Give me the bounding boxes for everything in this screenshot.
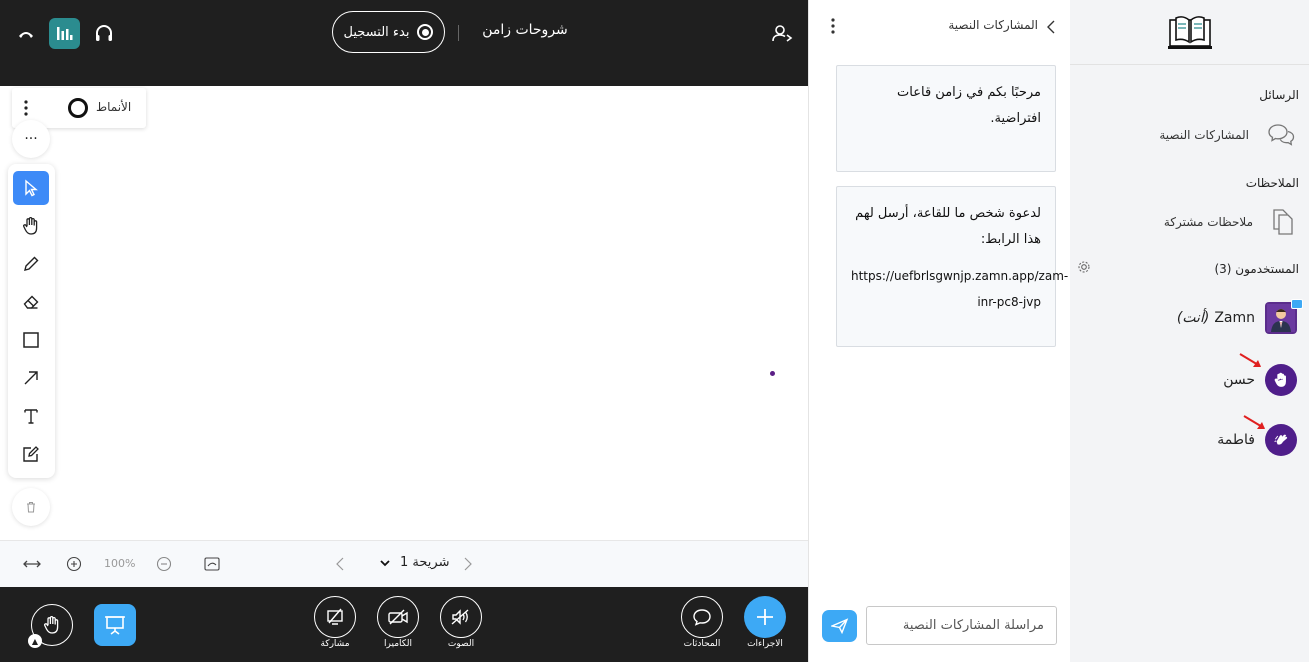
chat-title: المشاركات النصية bbox=[948, 18, 1038, 32]
drawing-toolbar bbox=[8, 164, 55, 478]
section-title-users: المستخدمون (3) bbox=[1214, 262, 1299, 276]
chat-message: مرحبًا بكم في زامن قاعات افتراضية. bbox=[836, 65, 1056, 172]
chat-message-text: مرحبًا بكم في زامن قاعات افتراضية. bbox=[897, 85, 1041, 126]
add-user-icon[interactable] bbox=[770, 22, 794, 46]
slide-selector[interactable]: شريحة 1 bbox=[380, 555, 449, 570]
section-title-messages: الرسائل bbox=[1259, 88, 1299, 102]
text-tool-icon[interactable] bbox=[13, 399, 49, 433]
sidebar-item-shared-notes[interactable]: ملاحظات مشتركة bbox=[1164, 208, 1295, 236]
sidebar-item-chat[interactable]: المشاركات النصية bbox=[1159, 122, 1295, 148]
leave-call-icon[interactable] bbox=[14, 22, 38, 46]
record-label: بدء التسجيل bbox=[343, 24, 410, 40]
zoom-in-icon[interactable] bbox=[64, 554, 84, 574]
sidebar-item-label: ملاحظات مشتركة bbox=[1163, 215, 1253, 229]
raised-hand-icon bbox=[1274, 372, 1286, 387]
screen-share-button[interactable] bbox=[314, 596, 356, 638]
title-divider bbox=[458, 25, 459, 41]
chevron-left-icon[interactable] bbox=[1044, 17, 1060, 37]
user-self-tag: (أنت) bbox=[1176, 310, 1210, 326]
more-tools-button[interactable]: ··· bbox=[12, 120, 50, 158]
zoom-level: 100% bbox=[104, 557, 136, 570]
camera-label: الكاميرا bbox=[384, 639, 412, 649]
stats-icon[interactable] bbox=[49, 18, 80, 49]
camera-button[interactable] bbox=[377, 596, 419, 638]
avatar bbox=[1265, 299, 1303, 334]
presentation-icon bbox=[105, 616, 125, 635]
whiteboard-canvas[interactable] bbox=[0, 86, 808, 540]
canvas-point bbox=[770, 371, 775, 376]
presentation-button[interactable] bbox=[94, 604, 136, 646]
notes-icon bbox=[1273, 209, 1293, 235]
styles-label: الأنماط bbox=[96, 100, 132, 114]
send-icon bbox=[830, 618, 848, 634]
avatar bbox=[1265, 364, 1297, 396]
speaker-off-icon bbox=[451, 609, 469, 625]
chat-badge-icon bbox=[1291, 299, 1303, 309]
chat-message: لدعوة شخص ما للقاعة، أرسل لهم هذا الرابط… bbox=[836, 186, 1068, 347]
actions-label: الاجراءات bbox=[747, 639, 783, 649]
chevron-down-icon bbox=[380, 559, 390, 566]
user-list-item[interactable]: فاطمة bbox=[1070, 420, 1309, 460]
trash-icon[interactable] bbox=[12, 488, 50, 526]
actions-button[interactable] bbox=[744, 596, 786, 638]
chats-label: المحادثات bbox=[683, 639, 721, 649]
zoom-out-icon[interactable] bbox=[154, 554, 174, 574]
hand-icon bbox=[44, 616, 59, 634]
record-icon bbox=[417, 24, 434, 40]
share-label: مشاركة bbox=[320, 639, 350, 649]
send-button[interactable] bbox=[822, 610, 857, 642]
rectangle-tool-icon[interactable] bbox=[13, 323, 49, 357]
slide-label: شريحة 1 bbox=[400, 555, 450, 570]
headset-icon[interactable] bbox=[92, 22, 116, 46]
user-list-item[interactable]: حسن bbox=[1070, 360, 1309, 400]
eraser-tool-icon[interactable] bbox=[13, 285, 49, 319]
divider bbox=[1070, 64, 1309, 65]
avatar bbox=[1265, 424, 1297, 456]
chat-message-text: لدعوة شخص ما للقاعة، أرسل لهم هذا الرابط… bbox=[855, 206, 1041, 247]
hand-tool-icon[interactable] bbox=[13, 209, 49, 243]
next-slide-icon[interactable] bbox=[458, 554, 478, 574]
camera-off-icon bbox=[388, 609, 408, 625]
section-title-notes: الملاحظات bbox=[1245, 176, 1299, 190]
presentation-title: شروحات زامن bbox=[482, 22, 568, 38]
screen-share-off-icon bbox=[327, 608, 343, 625]
chevron-up-icon[interactable]: ▲ bbox=[28, 634, 42, 648]
record-button[interactable]: بدء التسجيل bbox=[332, 11, 445, 53]
clapping-hands-icon bbox=[1274, 434, 1288, 445]
raise-hand-button[interactable]: ▲ bbox=[28, 604, 73, 648]
chats-button[interactable] bbox=[681, 596, 723, 638]
annotation-arrow-icon bbox=[1243, 415, 1265, 429]
more-vertical-icon[interactable] bbox=[18, 98, 34, 118]
fit-width-icon[interactable] bbox=[22, 554, 42, 574]
audio-button[interactable] bbox=[440, 596, 482, 638]
user-name: فاطمة bbox=[1217, 432, 1255, 448]
user-name: حسن bbox=[1223, 372, 1255, 388]
annotation-arrow-icon bbox=[1239, 353, 1261, 367]
chat-bubble-icon bbox=[693, 609, 711, 626]
stroke-style-icon[interactable] bbox=[68, 98, 88, 118]
sidebar-item-label: المشاركات النصية bbox=[1159, 128, 1249, 142]
user-name: Zamn bbox=[1214, 310, 1255, 326]
previous-slide-icon[interactable] bbox=[330, 554, 350, 574]
minimize-slide-icon[interactable] bbox=[202, 554, 222, 574]
arrow-tool-icon[interactable] bbox=[13, 361, 49, 395]
note-tool-icon[interactable] bbox=[13, 437, 49, 471]
chat-bubbles-icon bbox=[1268, 124, 1295, 146]
more-vertical-icon[interactable] bbox=[826, 16, 840, 36]
app-logo bbox=[1168, 12, 1212, 52]
pencil-tool-icon[interactable] bbox=[13, 247, 49, 281]
plus-icon bbox=[757, 609, 773, 625]
gear-icon[interactable] bbox=[1076, 259, 1092, 275]
invite-link[interactable]: https://uefbrlsgwnjp.zamn.app/zam-inr-pc… bbox=[851, 263, 1068, 315]
select-tool-icon[interactable] bbox=[13, 171, 49, 205]
user-list-item[interactable]: Zamn (أنت) bbox=[1070, 298, 1309, 338]
audio-label: الصوت bbox=[447, 639, 475, 649]
chat-message-input[interactable] bbox=[866, 606, 1057, 645]
